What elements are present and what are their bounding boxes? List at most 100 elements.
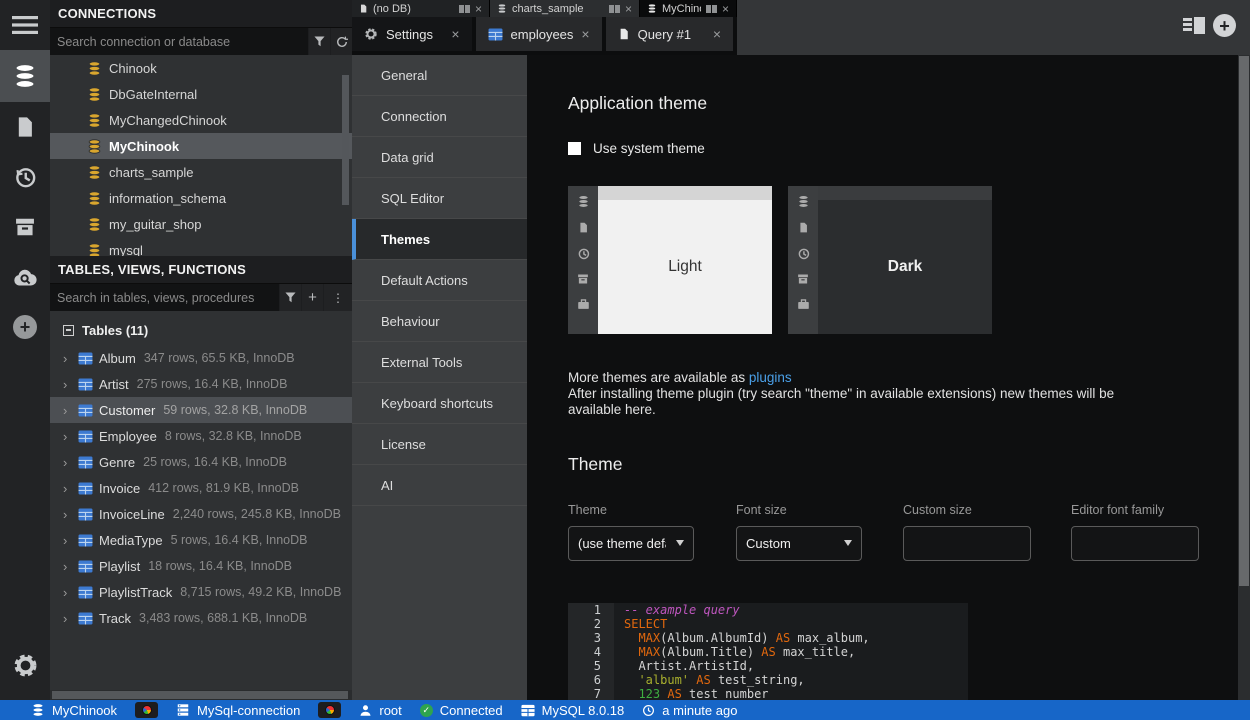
table-row[interactable]: › Genre 25 rows, 16.4 KB, InnoDB	[50, 449, 352, 475]
settings-menu-item[interactable]: General	[352, 55, 527, 96]
tab-group-mychinook[interactable]: MyChinook ×	[640, 0, 737, 17]
table-stats: 412 rows, 81.9 KB, InnoDB	[148, 481, 299, 495]
settings-menu-item[interactable]: Data grid	[352, 137, 527, 178]
code-line-number: 1	[568, 603, 614, 617]
connection-item[interactable]: my_guitar_shop	[50, 211, 352, 237]
close-icon[interactable]: ×	[722, 3, 729, 15]
custom-size-input[interactable]	[903, 526, 1031, 561]
connection-item[interactable]: MyChangedChinook	[50, 107, 352, 133]
chevron-right-icon[interactable]: ›	[63, 351, 78, 366]
table-name: Genre	[99, 455, 135, 470]
settings-menu-item[interactable]: Behaviour	[352, 301, 527, 342]
chevron-right-icon[interactable]: ›	[63, 507, 78, 522]
table-row[interactable]: › Invoice 412 rows, 81.9 KB, InnoDB	[50, 475, 352, 501]
split-view-icon[interactable]	[706, 5, 717, 13]
status-user: root	[359, 703, 401, 718]
tab-employees[interactable]: employees ×	[476, 17, 602, 51]
table-row[interactable]: › MediaType 5 rows, 16.4 KB, InnoDB	[50, 527, 352, 553]
chevron-right-icon[interactable]: ›	[63, 377, 78, 392]
sidebar-item-database[interactable]	[0, 50, 50, 102]
chevron-right-icon[interactable]: ›	[63, 559, 78, 574]
tables-group-header[interactable]: Tables (11)	[50, 315, 352, 345]
table-row[interactable]: › Album 347 rows, 65.5 KB, InnoDB	[50, 345, 352, 371]
code-line-number: 7	[568, 687, 614, 700]
chevron-right-icon[interactable]: ›	[63, 481, 78, 496]
connections-scrollbar[interactable]	[342, 75, 349, 205]
table-row[interactable]: › Employee 8 rows, 32.8 KB, InnoDB	[50, 423, 352, 449]
sidebar-item-history[interactable]	[0, 152, 50, 202]
connection-item[interactable]: charts_sample	[50, 159, 352, 185]
settings-gear-button[interactable]	[0, 640, 50, 690]
sidebar-item-files[interactable]	[0, 102, 50, 152]
close-icon[interactable]: ×	[581, 27, 589, 41]
font-size-select[interactable]: Custom	[736, 526, 862, 561]
plugins-link[interactable]: plugins	[749, 370, 792, 385]
table-name: Invoice	[99, 481, 140, 496]
settings-menu-item[interactable]: SQL Editor	[352, 178, 527, 219]
tables-filter-button[interactable]	[280, 284, 301, 311]
status-database[interactable]: MyChinook	[31, 703, 117, 718]
connection-item[interactable]: Chinook	[50, 55, 352, 81]
sidebar-item-archive[interactable]	[0, 202, 50, 252]
connections-search-input[interactable]	[50, 28, 308, 55]
theme-preview-dark[interactable]: Dark	[788, 186, 992, 334]
chevron-right-icon[interactable]: ›	[63, 455, 78, 470]
table-stats: 8,715 rows, 49.2 KB, InnoDB	[180, 585, 341, 599]
settings-menu-item[interactable]: Themes	[352, 219, 527, 260]
hamburger-menu-button[interactable]	[0, 0, 50, 50]
database-icon	[87, 61, 102, 76]
status-connection[interactable]: MySql-connection	[176, 703, 300, 718]
connections-filter-button[interactable]	[309, 28, 330, 55]
table-row[interactable]: › PlaylistTrack 8,715 rows, 49.2 KB, Inn…	[50, 579, 352, 605]
settings-menu-item[interactable]: External Tools	[352, 342, 527, 383]
settings-menu-item[interactable]: License	[352, 424, 527, 465]
sidebar-item-cloud-search[interactable]	[0, 252, 50, 302]
table-row[interactable]: › Artist 275 rows, 16.4 KB, InnoDB	[50, 371, 352, 397]
connection-item[interactable]: information_schema	[50, 185, 352, 211]
settings-menu-item[interactable]: Connection	[352, 96, 527, 137]
add-tab-button[interactable]: +	[1213, 14, 1236, 37]
file-icon	[618, 27, 630, 41]
settings-menu-item[interactable]: Default Actions	[352, 260, 527, 301]
chevron-right-icon[interactable]: ›	[63, 611, 78, 626]
close-icon[interactable]: ×	[713, 27, 721, 41]
close-icon[interactable]: ×	[625, 3, 632, 15]
table-row[interactable]: › Playlist 18 rows, 16.4 KB, InnoDB	[50, 553, 352, 579]
editor-font-family-field-label: Editor font family	[1071, 503, 1238, 517]
tables-menu-button[interactable]: ⋮	[324, 284, 352, 311]
chevron-right-icon[interactable]: ›	[63, 403, 78, 418]
content-scrollbar[interactable]	[1238, 55, 1250, 700]
status-connected: ✓ Connected	[420, 703, 503, 718]
table-icon	[78, 482, 93, 495]
settings-menu-item[interactable]: Keyboard shortcuts	[352, 383, 527, 424]
theme-select[interactable]: (use theme default)	[568, 526, 694, 561]
close-icon[interactable]: ×	[475, 3, 482, 15]
connection-item[interactable]: MyChinook	[50, 133, 352, 159]
chevron-right-icon[interactable]: ›	[63, 585, 78, 600]
tab-group-charts-sample[interactable]: charts_sample ×	[490, 0, 640, 17]
theme-preview-light[interactable]: Light	[568, 186, 772, 334]
chevron-right-icon[interactable]: ›	[63, 533, 78, 548]
chevron-right-icon[interactable]: ›	[63, 429, 78, 444]
tab-group-no-db[interactable]: (no DB) ×	[352, 0, 490, 17]
add-connection-button[interactable]: +	[0, 302, 50, 352]
settings-menu-item[interactable]: AI	[352, 465, 527, 506]
tab-query-1[interactable]: Query #1 ×	[606, 17, 733, 51]
tab-strip: (no DB) × charts_sample × MyChinook × Se…	[352, 0, 1250, 55]
tab-settings[interactable]: Settings ×	[352, 17, 472, 51]
split-view-icon[interactable]	[459, 5, 470, 13]
table-row[interactable]: › InvoiceLine 2,240 rows, 245.8 KB, Inno…	[50, 501, 352, 527]
connections-refresh-button[interactable]	[331, 28, 352, 55]
split-view-icon[interactable]	[609, 5, 620, 13]
editor-font-family-input[interactable]	[1071, 526, 1199, 561]
tables-search-input[interactable]	[50, 284, 279, 311]
connection-item[interactable]: mysql	[50, 237, 352, 256]
connection-item[interactable]: DbGateInternal	[50, 81, 352, 107]
tables-horizontal-scrollbar[interactable]	[50, 690, 352, 700]
close-icon[interactable]: ×	[451, 27, 459, 41]
table-row[interactable]: › Track 3,483 rows, 688.1 KB, InnoDB	[50, 605, 352, 631]
tables-add-button[interactable]: +	[302, 284, 323, 311]
use-system-theme-checkbox[interactable]	[568, 142, 581, 155]
table-row[interactable]: › Customer 59 rows, 32.8 KB, InnoDB	[50, 397, 352, 423]
panel-layout-icon[interactable]	[1183, 16, 1207, 36]
